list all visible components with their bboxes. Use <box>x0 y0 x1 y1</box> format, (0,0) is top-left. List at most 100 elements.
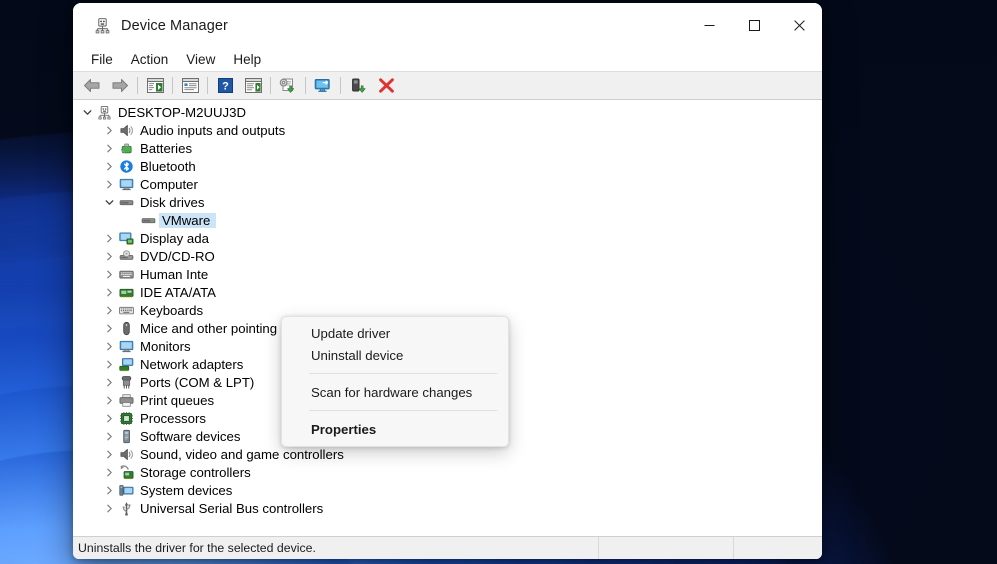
chevron-right-icon[interactable] <box>101 247 117 265</box>
dvd-drive-icon <box>117 247 135 265</box>
show-hide-action-pane-icon[interactable] <box>239 74 267 98</box>
chevron-right-icon[interactable] <box>101 175 117 193</box>
help-icon[interactable]: ? <box>211 74 239 98</box>
tree-item-label: IDE ATA/ATA <box>140 284 216 300</box>
update-driver-icon[interactable] <box>274 74 302 98</box>
software-device-icon <box>117 427 135 445</box>
chevron-right-icon[interactable] <box>101 391 117 409</box>
tree-item-label: Storage controllers <box>140 464 251 480</box>
toolbar-separator <box>172 77 173 94</box>
tree-item-label: Processors <box>140 410 206 426</box>
chevron-right-icon[interactable] <box>101 427 117 445</box>
tree-item-label: Human Inte <box>140 266 209 282</box>
uninstall-device-icon[interactable] <box>372 74 400 98</box>
chevron-right-icon[interactable] <box>101 301 117 319</box>
chevron-right-icon[interactable] <box>101 499 117 517</box>
chevron-down-icon[interactable] <box>101 193 117 211</box>
context-menu-item-uninstall-device[interactable]: Uninstall device <box>282 344 508 366</box>
context-menu-separator <box>309 373 497 374</box>
minimize-button[interactable] <box>687 3 732 48</box>
title-bar-left: Device Manager <box>73 17 228 34</box>
chevron-right-icon[interactable] <box>101 265 117 283</box>
chevron-right-icon[interactable] <box>101 229 117 247</box>
tree-item-label: Monitors <box>140 338 191 354</box>
context-menu-item-update-driver[interactable]: Update driver <box>282 322 508 344</box>
hid-icon <box>117 265 135 283</box>
menu-file[interactable]: File <box>82 51 122 68</box>
tree-root-label: DESKTOP-M2UUJ3D <box>118 104 246 120</box>
maximize-button[interactable] <box>732 3 777 48</box>
menu-action[interactable]: Action <box>122 51 178 68</box>
menu-help[interactable]: Help <box>224 51 270 68</box>
status-panel-2 <box>733 537 822 559</box>
tree-item-disk-drives[interactable]: Disk drives <box>73 193 822 211</box>
tree-item-label: Computer <box>140 176 198 192</box>
tree-item-bluetooth[interactable]: Bluetooth <box>73 157 822 175</box>
context-menu-item-properties[interactable]: Properties <box>282 418 508 440</box>
close-button[interactable] <box>777 3 822 48</box>
chevron-right-icon[interactable] <box>101 355 117 373</box>
forward-icon[interactable] <box>106 74 134 98</box>
tree-item-batteries[interactable]: Batteries <box>73 139 822 157</box>
show-hide-console-tree-icon[interactable] <box>141 74 169 98</box>
menu-view[interactable]: View <box>177 51 224 68</box>
scan-for-hardware-changes-icon[interactable] <box>309 74 337 98</box>
chevron-right-icon[interactable] <box>101 283 117 301</box>
svg-text:?: ? <box>222 81 229 93</box>
chevron-right-icon[interactable] <box>101 121 117 139</box>
tree-item-dvd-cd-rom-drives[interactable]: DVD/CD-RO <box>73 247 822 265</box>
tree-item-label: Keyboards <box>140 302 204 318</box>
chevron-down-icon[interactable] <box>79 103 95 121</box>
monitor-icon <box>117 337 135 355</box>
back-icon[interactable] <box>78 74 106 98</box>
toolbar-separator <box>137 77 138 94</box>
tree-item-universal-serial-bus-controllers[interactable]: Universal Serial Bus controllers <box>73 499 822 517</box>
port-icon <box>117 373 135 391</box>
window-controls <box>687 3 822 48</box>
tree-item-display-adapters[interactable]: Display ada <box>73 229 822 247</box>
menu-bar: File Action View Help <box>73 48 822 71</box>
chevron-right-icon[interactable] <box>101 373 117 391</box>
tree-item-vmware-disk[interactable]: VMware <box>73 211 822 229</box>
disk-drive-icon <box>139 211 157 229</box>
chevron-right-icon[interactable] <box>101 409 117 427</box>
device-tree[interactable]: DESKTOP-M2UUJ3D Audio inputs and outputs <box>73 100 822 536</box>
enable-device-icon[interactable] <box>344 74 372 98</box>
device-manager-window: Device Manager File Action View Help ? D… <box>73 3 822 559</box>
chevron-right-icon[interactable] <box>101 445 117 463</box>
tree-item-label: Universal Serial Bus controllers <box>140 500 324 516</box>
properties-icon[interactable] <box>176 74 204 98</box>
battery-icon <box>117 139 135 157</box>
chevron-right-icon[interactable] <box>101 139 117 157</box>
device-manager-icon <box>94 17 111 34</box>
tree-item-label: System devices <box>140 482 233 498</box>
tree-item-ide-ata-atapi-controllers[interactable]: IDE ATA/ATA <box>73 283 822 301</box>
tree-item-label: Disk drives <box>140 194 205 210</box>
tree-item-label: Audio inputs and outputs <box>140 122 286 138</box>
storage-controller-icon <box>117 463 135 481</box>
context-menu-item-scan-for-hardware-changes[interactable]: Scan for hardware changes <box>282 381 508 403</box>
disk-drive-icon <box>117 193 135 211</box>
tree-item-label: Ports (COM & LPT) <box>140 374 255 390</box>
tree-root-node[interactable]: DESKTOP-M2UUJ3D <box>73 103 822 121</box>
chevron-right-icon[interactable] <box>101 481 117 499</box>
tree-item-label: Print queues <box>140 392 215 408</box>
tree-item-human-interface-devices[interactable]: Human Inte <box>73 265 822 283</box>
chevron-right-icon[interactable] <box>101 157 117 175</box>
tree-item-label: Bluetooth <box>140 158 196 174</box>
chevron-right-icon[interactable] <box>101 319 117 337</box>
tree-item-sound-video-and-game-controllers[interactable]: Sound, video and game controllers <box>73 445 822 463</box>
tree-item-storage-controllers[interactable]: Storage controllers <box>73 463 822 481</box>
network-adapter-icon <box>117 355 135 373</box>
chevron-right-icon[interactable] <box>101 337 117 355</box>
status-bar: Uninstalls the driver for the selected d… <box>73 536 822 559</box>
title-bar[interactable]: Device Manager <box>73 3 822 48</box>
keyboard-icon <box>117 301 135 319</box>
tree-item-label: VMware <box>162 212 217 228</box>
tree-item-system-devices[interactable]: System devices <box>73 481 822 499</box>
speaker-icon <box>117 121 135 139</box>
chevron-right-icon[interactable] <box>101 463 117 481</box>
tree-item-computer[interactable]: Computer <box>73 175 822 193</box>
tree-item-audio-inputs-and-outputs[interactable]: Audio inputs and outputs <box>73 121 822 139</box>
